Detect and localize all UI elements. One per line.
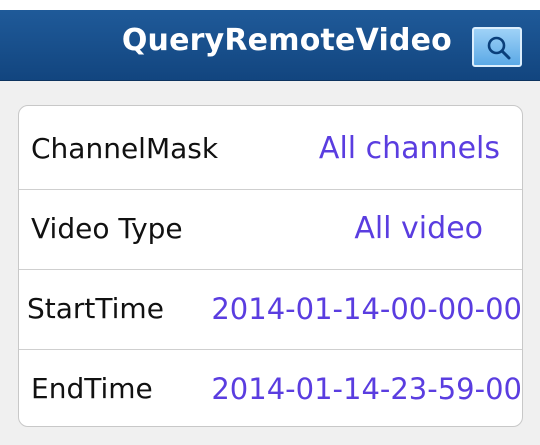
- channel-mask-label: ChannelMask: [31, 132, 219, 165]
- start-time-label: StartTime: [27, 292, 164, 325]
- channel-mask-value[interactable]: All channels: [319, 109, 500, 189]
- channel-mask-row[interactable]: ChannelMask All channels: [19, 109, 522, 189]
- status-bar-strip: [0, 0, 540, 10]
- end-time-value[interactable]: 2014-01-14-23-59-00: [211, 349, 522, 426]
- end-time-label: EndTime: [31, 372, 153, 405]
- start-time-row[interactable]: StartTime 2014-01-14-00-00-00: [19, 269, 522, 349]
- page-title: QueryRemoteVideo: [121, 23, 452, 58]
- video-type-value[interactable]: All video: [354, 189, 483, 269]
- video-type-label: Video Type: [31, 212, 183, 245]
- search-icon: [487, 36, 511, 60]
- title-bar: QueryRemoteVideo: [0, 10, 540, 81]
- query-form-card: ChannelMask All channels Video Type All …: [18, 105, 523, 427]
- video-type-row[interactable]: Video Type All video: [19, 189, 522, 269]
- start-time-value[interactable]: 2014-01-14-00-00-00: [211, 269, 522, 349]
- end-time-row[interactable]: EndTime 2014-01-14-23-59-00: [19, 349, 522, 426]
- search-button[interactable]: [472, 27, 522, 67]
